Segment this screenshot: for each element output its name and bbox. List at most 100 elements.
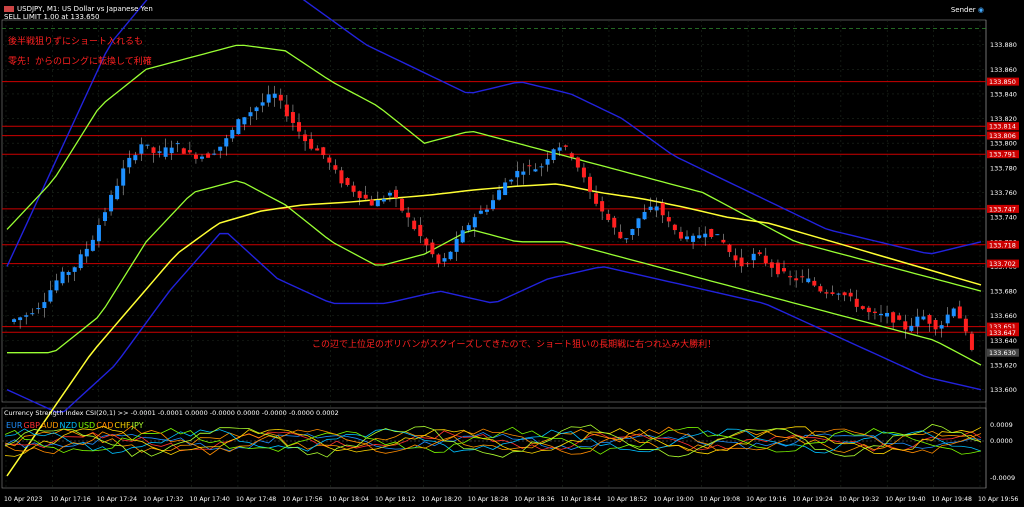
candle-body — [139, 144, 144, 154]
candle-body — [830, 292, 835, 295]
candle-body — [303, 134, 308, 142]
x-tick-label: 10 Apr 17:16 — [50, 496, 90, 503]
legend-aud: AUD — [40, 421, 59, 430]
x-tick-label: 10 Apr 19:24 — [792, 496, 832, 503]
candle-body — [254, 107, 259, 112]
candle-body — [648, 206, 653, 210]
candle-body — [739, 257, 744, 267]
candle-body — [66, 272, 71, 275]
candle-body — [484, 209, 489, 212]
indicator-tick-label: -0.0009 — [990, 474, 1015, 482]
candle-body — [860, 306, 865, 309]
candle-body — [42, 302, 47, 308]
candle-body — [521, 171, 526, 175]
candle-body — [769, 262, 774, 268]
candle-body — [90, 239, 95, 251]
candle-body — [606, 213, 611, 220]
candle-body — [672, 224, 677, 231]
candle-body — [782, 268, 786, 272]
candle-body — [903, 321, 908, 330]
candle-body — [193, 154, 198, 159]
candle-body — [272, 93, 277, 98]
order-line-label: SELL LIMIT 1.00 at 133.650 — [4, 13, 100, 21]
candle-body — [509, 179, 514, 182]
globe-icon: ◉ — [977, 6, 984, 14]
candle-body — [533, 169, 538, 172]
candle-body — [357, 191, 362, 198]
candle-body — [939, 325, 944, 329]
candle-body — [321, 147, 326, 156]
candle-body — [503, 182, 508, 196]
candle-body — [460, 230, 465, 243]
candle-body — [363, 194, 368, 199]
candle-body — [721, 239, 726, 243]
candle-body — [412, 220, 417, 230]
price-chart[interactable]: 133.880133.860133.840133.820133.800133.7… — [0, 0, 1024, 507]
candle-body — [157, 151, 162, 153]
candle-body — [806, 278, 811, 283]
candle-body — [103, 212, 107, 222]
candle-body — [406, 212, 411, 218]
candle-body — [424, 238, 429, 246]
candle-body — [224, 138, 229, 147]
candle-body — [775, 262, 780, 275]
candle-body — [957, 306, 962, 319]
candle-body — [78, 254, 83, 269]
candle-body — [836, 293, 841, 295]
candle-body — [915, 316, 920, 327]
annotation-2: 零先！からのロングに転換して利確 — [8, 57, 152, 67]
candle-body — [630, 229, 635, 236]
candle-body — [891, 312, 896, 323]
candle-body — [515, 171, 520, 178]
candle-body — [624, 238, 629, 240]
candle-body — [145, 144, 150, 146]
candle-body — [963, 318, 968, 332]
moving-average — [6, 183, 982, 477]
candle-body — [466, 225, 471, 231]
candle-body — [430, 242, 435, 255]
candle-body — [842, 292, 847, 296]
candle-body — [872, 311, 877, 313]
candle-body — [588, 176, 592, 192]
price-label-text: 133.814 — [989, 123, 1016, 131]
candle-body — [236, 119, 241, 135]
candle-body — [945, 314, 950, 324]
price-label-text: 133.806 — [989, 132, 1016, 140]
candle-body — [575, 157, 580, 168]
y-tick-label: 133.780 — [990, 164, 1017, 172]
candle-body — [218, 146, 223, 151]
price-label-text: 133.747 — [989, 205, 1016, 213]
candle-body — [654, 206, 659, 211]
candle-body — [284, 104, 289, 117]
candle-body — [375, 200, 380, 207]
y-tick-label: 133.680 — [990, 288, 1017, 296]
x-tick-label: 10 Apr 19:00 — [653, 496, 693, 503]
candle-body — [951, 308, 956, 317]
candle-body — [339, 170, 344, 184]
candle-body — [733, 255, 738, 261]
y-tick-label: 133.660 — [990, 312, 1017, 320]
y-tick-label: 133.760 — [990, 189, 1017, 197]
legend-nzd: NZD — [59, 421, 78, 430]
candle-body — [818, 286, 823, 292]
candle-body — [933, 319, 938, 330]
candle-body — [678, 231, 683, 239]
window-title: USDJPY, M1: US Dollar vs Japanese Yen — [4, 5, 153, 13]
candle-body — [387, 192, 392, 196]
x-tick-label: 10 Apr 19:08 — [700, 496, 740, 503]
y-tick-label: 133.860 — [990, 66, 1017, 74]
price-label-text: 133.718 — [989, 241, 1016, 249]
candle-body — [212, 153, 217, 155]
candle-body — [569, 153, 574, 158]
candle-body — [757, 252, 762, 255]
candle-body — [127, 157, 132, 168]
candle-body — [909, 325, 914, 331]
candle-body — [345, 178, 350, 185]
sender-label[interactable]: Sender ◉ — [951, 6, 984, 14]
x-tick-label: 10 Apr 2023 — [4, 496, 42, 503]
candle-body — [169, 147, 174, 154]
price-label-text: 133.630 — [989, 349, 1016, 357]
candle-body — [612, 217, 617, 228]
candle-body — [109, 194, 114, 212]
legend-eur: EUR — [6, 421, 23, 430]
